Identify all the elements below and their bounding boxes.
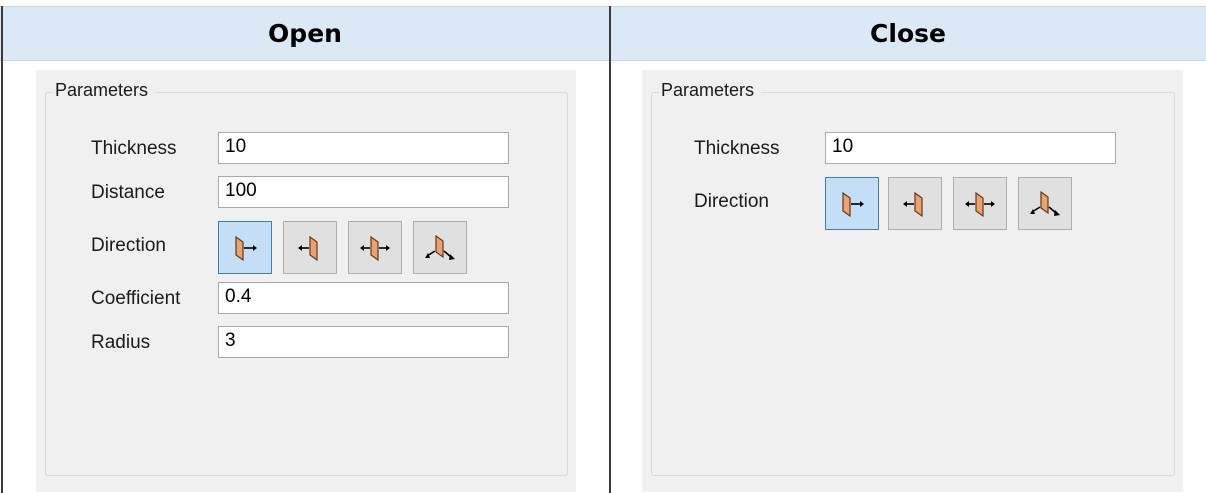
two-sides-icon: [965, 191, 995, 217]
symmetric-icon: [425, 234, 455, 260]
direction-one-side-forward-button[interactable]: [218, 221, 272, 274]
distance-label: Distance: [91, 182, 165, 203]
two-sides-icon: [360, 235, 390, 261]
direction-label: Direction: [694, 191, 769, 212]
header-close: Close: [610, 6, 1206, 61]
coefficient-label: Coefficient: [91, 288, 181, 309]
table-border-left: [1, 6, 3, 493]
direction-symmetric-button[interactable]: [413, 221, 467, 274]
one-side-backward-icon: [903, 191, 923, 217]
radius-label: Radius: [91, 332, 151, 353]
coefficient-field[interactable]: 0.4: [218, 282, 509, 314]
parameters-group: Parameters Thickness 10 Distance 100 Dir…: [45, 80, 568, 476]
thickness-field[interactable]: 10: [218, 132, 509, 164]
direction-symmetric-button[interactable]: [1018, 177, 1072, 230]
direction-one-side-backward-button[interactable]: [888, 177, 942, 230]
one-side-forward-icon: [235, 235, 257, 261]
one-side-forward-icon: [842, 191, 864, 217]
parameters-group: Parameters Thickness 10 Direction: [651, 80, 1175, 476]
radius-field[interactable]: 3: [218, 326, 509, 358]
thickness-label: Thickness: [694, 138, 780, 159]
direction-one-side-backward-button[interactable]: [283, 221, 337, 274]
thickness-label: Thickness: [91, 138, 177, 159]
direction-two-sides-button[interactable]: [348, 221, 402, 274]
thickness-field[interactable]: 10: [825, 132, 1116, 164]
header-open: Open: [0, 6, 610, 61]
parameters-group-title: Parameters: [659, 80, 762, 101]
one-side-backward-icon: [298, 235, 318, 261]
open-parameters-panel: Parameters Thickness 10 Distance 100 Dir…: [36, 70, 576, 492]
direction-two-sides-button[interactable]: [953, 177, 1007, 230]
comparison-table: Open Close Parameters Thickness 10 Dista…: [0, 0, 1206, 493]
distance-field[interactable]: 100: [218, 176, 509, 208]
direction-one-side-forward-button[interactable]: [825, 177, 879, 230]
column-divider: [609, 6, 611, 493]
close-parameters-panel: Parameters Thickness 10 Direction: [642, 70, 1183, 492]
symmetric-icon: [1030, 190, 1060, 216]
parameters-group-title: Parameters: [53, 80, 156, 101]
direction-label: Direction: [91, 235, 166, 256]
